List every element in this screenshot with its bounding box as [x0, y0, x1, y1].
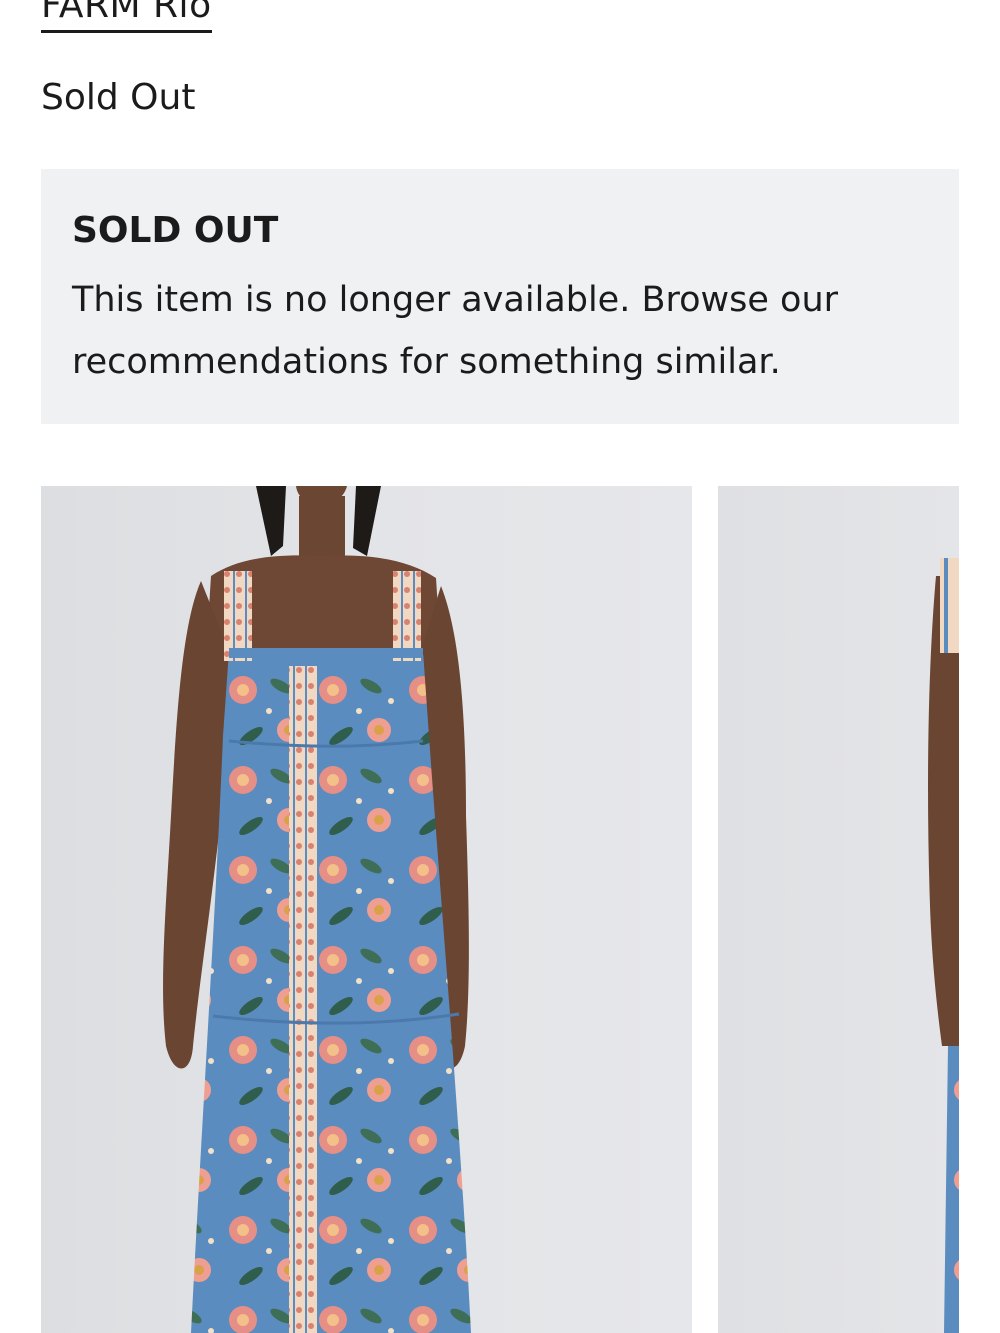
- product-image-front[interactable]: [41, 486, 692, 1333]
- dress-side-illustration: [928, 558, 959, 1333]
- sold-out-status: Sold Out: [41, 77, 196, 118]
- product-image-carousel[interactable]: [41, 486, 959, 1333]
- sold-out-notice: SOLD OUT This item is no longer availabl…: [41, 169, 959, 424]
- notice-message: This item is no longer available. Browse…: [72, 280, 839, 382]
- dress-front-illustration: [163, 486, 471, 1333]
- notice-title: SOLD OUT: [72, 210, 279, 251]
- brand-link[interactable]: FARM Rio: [41, 0, 212, 33]
- product-image-side[interactable]: [718, 486, 959, 1333]
- product-page: FARM Rio Sold Out SOLD OUT This item is …: [0, 0, 1000, 1333]
